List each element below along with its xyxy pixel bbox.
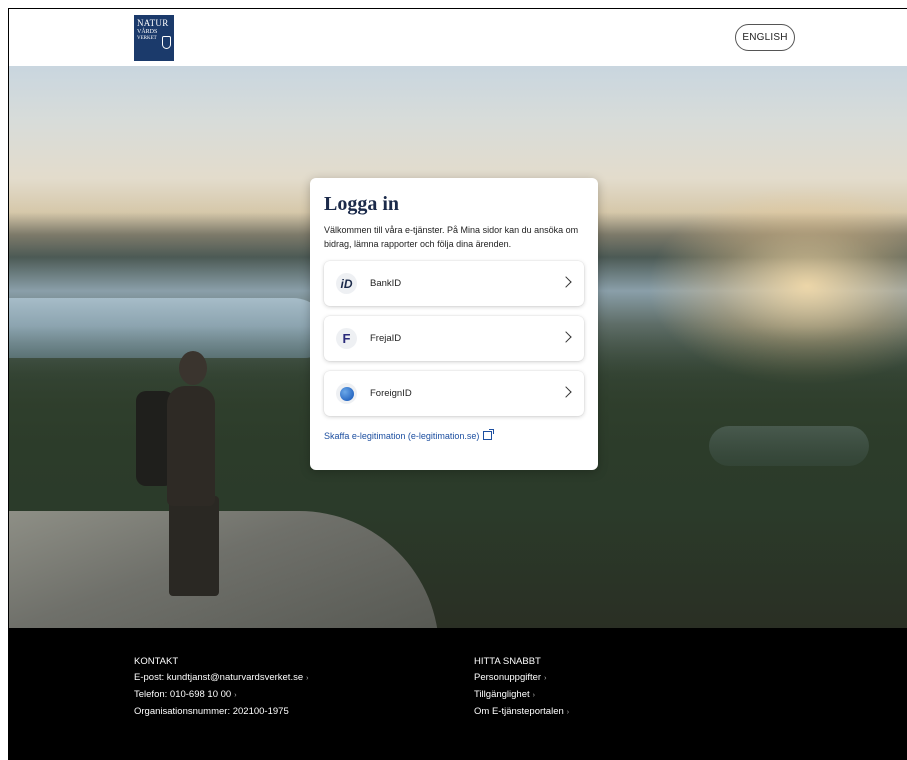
crest-icon [162,36,171,49]
chevron-right-icon [560,331,572,343]
hiker-body [167,386,215,506]
footer-quick-heading: HITTA SNABBT [474,656,541,667]
chevron-right-icon: › [566,709,570,716]
footer-email-link[interactable]: E-post: kundtjanst@naturvardsverket.se › [134,670,308,687]
footer-link-tillganglighet[interactable]: Tillgänglighet › [474,687,569,704]
login-method-label: ForeignID [370,388,412,399]
login-description: Välkommen till våra e-tjänster. På Mina … [324,225,579,249]
chevron-right-icon: › [532,692,535,699]
logo-line-1: NATUR [137,18,169,28]
footer-phone-link[interactable]: Telefon: 010-698 10 00 › [134,687,308,704]
hiker-head [179,351,207,385]
footer-org-number: Organisationsnummer: 202100-1975 [134,706,289,717]
footer-contact: KONTAKT E-post: kundtjanst@naturvardsver… [134,654,308,720]
footer-email-text: E-post: kundtjanst@naturvardsverket.se [134,672,304,683]
english-language-button[interactable]: ENGLISH [735,24,795,51]
login-method-label: BankID [370,278,402,289]
external-link-icon [483,429,495,440]
get-e-legitimation-link[interactable]: Skaffa e-legitimation (e-legitimation.se… [324,429,495,443]
get-e-legitimation-link-text: Skaffa e-legitimation (e-legitimation.se… [324,431,480,441]
login-method-frejaid[interactable]: F FrejaID [324,316,584,361]
chevron-right-icon: › [234,692,237,699]
page-frame: NATUR VÅRDS VERKET ENGLISH Logga in Välk… [8,8,907,760]
login-method-bankid[interactable]: iD BankID [324,261,584,306]
chevron-right-icon [560,276,572,288]
logo-line-2: VÅRDS [137,29,158,35]
hiker-legs [169,496,219,596]
chevron-right-icon [560,386,572,398]
footer-link-text: Om E-tjänsteportalen [474,706,564,717]
footer-quick-links: HITTA SNABBT Personuppgifter › Tillgängli… [474,654,569,721]
bankid-icon: iD [336,273,357,294]
login-method-foreignid[interactable]: ForeignID [324,371,584,416]
footer-contact-heading: KONTAKT [134,656,179,667]
footer-link-text: Personuppgifter [474,672,542,683]
naturvardsverket-logo[interactable]: NATUR VÅRDS VERKET [134,15,174,61]
chevron-right-icon: › [544,675,547,682]
login-title: Logga in [324,193,400,215]
frejaid-icon: F [336,328,357,349]
site-header: NATUR VÅRDS VERKET ENGLISH [9,9,907,66]
footer-link-text: Tillgänglighet [474,689,530,700]
site-footer: KONTAKT E-post: kundtjanst@naturvardsver… [9,628,907,760]
login-card: Logga in Välkommen till våra e-tjänster.… [310,178,598,470]
footer-phone-text: Telefon: 010-698 10 00 [134,689,232,700]
chevron-right-icon: › [306,675,309,682]
footer-link-personuppgifter[interactable]: Personuppgifter › [474,670,569,687]
footer-link-om-portalen[interactable]: Om E-tjänsteportalen › [474,704,569,721]
foreignid-icon [336,383,357,404]
login-method-label: FrejaID [370,333,402,344]
login-methods: iD BankID F FrejaID ForeignID [324,261,584,416]
